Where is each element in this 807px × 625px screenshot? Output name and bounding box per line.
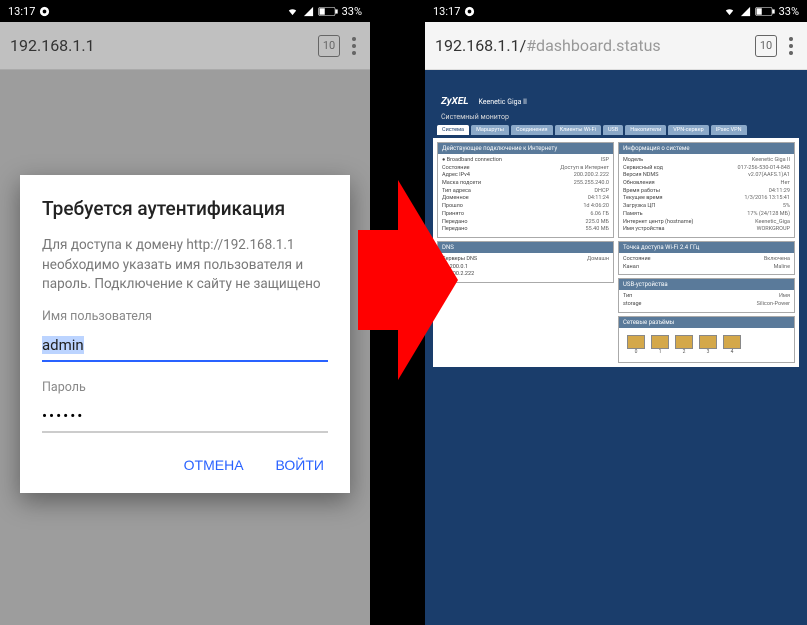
info-row: storageSilicon-Power	[623, 301, 790, 309]
signal-icon	[303, 6, 314, 17]
info-row: МодельKeenetic Giga II	[623, 157, 790, 165]
info-panel: Действующее подключение к Интернету ● Bro…	[437, 142, 614, 238]
ethernet-port-icon	[651, 335, 669, 349]
info-row: СостояниеВключена	[623, 256, 790, 264]
password-label: Пароль	[42, 380, 328, 395]
info-row: Память17% (24/128 МБ)	[623, 211, 790, 219]
info-panel: Сетевые разъёмы 01234	[618, 316, 795, 363]
cancel-button[interactable]: ОТМЕНА	[180, 451, 248, 479]
info-row: Передано225.0 МБ	[442, 219, 609, 227]
dialog-message: Для доступа к домену http://192.168.1.1 …	[42, 236, 328, 295]
username-label: Имя пользователя	[42, 309, 328, 324]
status-time: 13:17	[8, 5, 35, 18]
info-row: Доменное04:11:24	[442, 195, 609, 203]
router-tab[interactable]: Соединения	[511, 125, 553, 135]
info-row: ОбновленияНет	[623, 180, 790, 188]
ethernet-port-icon	[627, 335, 645, 349]
menu-icon-left[interactable]	[348, 33, 360, 59]
info-row: ТипИмя	[623, 293, 790, 301]
wifi-icon	[286, 6, 299, 17]
info-panel: USB-устройства ТипИмяstorageSilicon-Power	[618, 278, 795, 312]
tab-count-left[interactable]: 10	[318, 35, 340, 57]
chrome-status-icon	[39, 6, 50, 17]
panel-header: USB-устройства	[619, 279, 794, 290]
password-field[interactable]: ••••••	[42, 403, 328, 433]
info-row: СостояниеДоступ в Интернет	[442, 165, 609, 173]
info-row: КаналMaline	[623, 264, 790, 272]
address-bar-left: 192.168.1.1 10	[0, 22, 370, 70]
address-bar-right: 192.168.1.1/#dashboard.status 10	[425, 22, 807, 70]
battery-icon	[318, 6, 338, 17]
signal-icon	[740, 6, 751, 17]
dialog-title: Требуется аутентификация	[42, 197, 328, 220]
panel-header: Действующее подключение к Интернету	[438, 143, 613, 154]
info-panel: DNS Серверы DNSДомашн81.200.0.181.200.2.2…	[437, 241, 614, 283]
info-row: Маска подсети255.255.240.0	[442, 180, 609, 188]
info-row: Интернет центр (hostname)Keenetic_Giga	[623, 219, 790, 227]
login-button[interactable]: ВОЙТИ	[272, 451, 328, 479]
info-row: Загрузка ЦП5%	[623, 203, 790, 211]
transition-arrow-icon	[358, 180, 448, 380]
router-header: ZyXEL Keenetic Giga II	[433, 92, 799, 111]
info-row: Передано55.40 МБ	[442, 226, 609, 234]
info-row: 81.200.0.1	[442, 264, 609, 272]
info-row: Время работы04:11:29	[623, 188, 790, 196]
info-row: Имя устройстваWORKGROUP	[623, 226, 790, 234]
router-tab[interactable]: Маршруты	[471, 125, 509, 135]
url-input-right[interactable]: 192.168.1.1/#dashboard.status	[435, 36, 747, 55]
ethernet-port-icon	[723, 335, 741, 349]
panel-header: Информация о системе	[619, 143, 794, 154]
ethernet-port-icon	[699, 335, 717, 349]
router-tab[interactable]: Клиенты Wi-Fi	[555, 125, 601, 135]
router-tab[interactable]: USB	[603, 125, 623, 135]
info-row: Принято6.06 ГБ	[442, 211, 609, 219]
username-field[interactable]: admin	[42, 332, 328, 362]
info-row: Адрес IPv4200.200.2.222	[442, 172, 609, 180]
router-tab[interactable]: IPsec VPN	[711, 125, 747, 135]
info-row: 81.200.2.222	[442, 271, 609, 279]
battery-pct: 33%	[342, 5, 362, 18]
router-model: Keenetic Giga II	[479, 98, 527, 106]
router-brand: ZyXEL	[441, 96, 469, 107]
status-bar-right: 13:17 33%	[425, 0, 807, 22]
tab-count-right[interactable]: 10	[755, 35, 777, 57]
info-row: Версия NDMSv2.07(AAFS.1)A1	[623, 172, 790, 180]
info-row: Серверы DNSДомашн	[442, 256, 609, 264]
url-input-left[interactable]: 192.168.1.1	[10, 36, 310, 55]
router-tab[interactable]: VPN-сервер	[668, 125, 708, 135]
info-row: Текущее время1/3/2016 13:15:41	[623, 195, 790, 203]
router-tab[interactable]: Накопители	[625, 125, 666, 135]
router-tabs: СистемаМаршрутыСоединенияКлиенты Wi-FiUS…	[433, 125, 799, 138]
status-time: 13:17	[433, 5, 460, 18]
wifi-icon	[723, 6, 736, 17]
info-row: Тип адресаDHCP	[442, 188, 609, 196]
chrome-status-icon	[464, 6, 475, 17]
router-admin-panel: ZyXEL Keenetic Giga II Системный монитор…	[433, 92, 799, 367]
panel-header: Сетевые разъёмы	[619, 317, 794, 328]
router-tab[interactable]: Система	[437, 125, 469, 135]
info-row: ● Broadband connectionISP	[442, 157, 609, 165]
ethernet-port-icon	[675, 335, 693, 349]
status-bar-left: 13:17 33%	[0, 0, 370, 22]
panel-header: Точка доступа Wi-Fi 2.4 ГГц	[619, 242, 794, 253]
router-subtitle: Системный монитор	[433, 111, 799, 125]
info-panel: Информация о системе МодельKeenetic Giga …	[618, 142, 795, 238]
auth-dialog: Требуется аутентификация Для доступа к д…	[20, 175, 350, 493]
battery-pct: 33%	[779, 5, 799, 18]
menu-icon-right[interactable]	[785, 33, 797, 59]
info-row: Прошло1d 4:06:20	[442, 203, 609, 211]
port-icons: 01234	[623, 331, 790, 359]
panel-header: DNS	[438, 242, 613, 253]
info-panel: Точка доступа Wi-Fi 2.4 ГГц СостояниеВклю…	[618, 241, 795, 275]
battery-icon	[755, 6, 775, 17]
